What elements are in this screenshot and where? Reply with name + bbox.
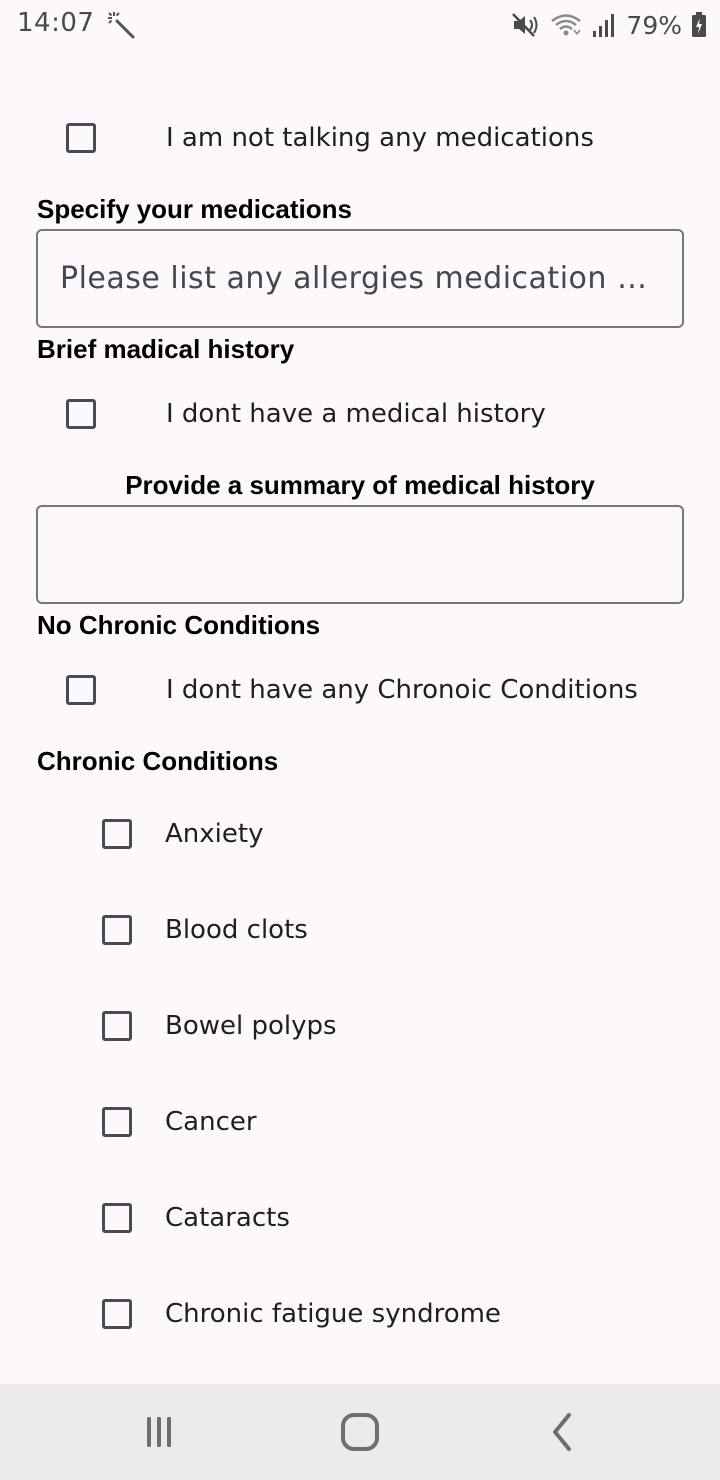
navigation-bar bbox=[0, 1384, 720, 1480]
no-medications-label: I am not talking any medications bbox=[166, 123, 594, 153]
no-chronic-checkbox[interactable] bbox=[66, 675, 96, 705]
battery-charging-icon bbox=[692, 12, 706, 37]
status-bar: 14:07 79% bbox=[0, 0, 720, 50]
condition-label: Blood clots bbox=[165, 915, 308, 945]
no-history-row[interactable]: I dont have a medical history bbox=[66, 399, 546, 429]
battery-percent: 79% bbox=[626, 10, 682, 40]
no-chronic-title: No Chronic Conditions bbox=[37, 610, 321, 640]
chronic-conditions-title: Chronic Conditions bbox=[37, 746, 279, 776]
recent-apps-button[interactable] bbox=[135, 1410, 183, 1454]
condition-item-anxiety[interactable]: Anxiety bbox=[102, 819, 263, 849]
no-chronic-row[interactable]: I dont have any Chronoic Conditions bbox=[66, 675, 638, 705]
back-button[interactable] bbox=[538, 1410, 586, 1454]
medications-input[interactable]: Please list any allergies medication you… bbox=[36, 229, 684, 328]
condition-checkbox[interactable] bbox=[102, 1299, 132, 1329]
condition-item-cataracts[interactable]: Cataracts bbox=[102, 1203, 290, 1233]
condition-label: Cataracts bbox=[165, 1203, 290, 1233]
condition-item-bowel-polyps[interactable]: Bowel polyps bbox=[102, 1011, 337, 1041]
no-history-label: I dont have a medical history bbox=[166, 399, 546, 429]
condition-label: Chronic fatigue syndrome bbox=[165, 1299, 501, 1329]
home-button[interactable] bbox=[336, 1410, 384, 1454]
condition-checkbox[interactable] bbox=[102, 1011, 132, 1041]
back-icon bbox=[553, 1413, 571, 1451]
condition-item-cancer[interactable]: Cancer bbox=[102, 1107, 257, 1137]
no-history-checkbox[interactable] bbox=[66, 399, 96, 429]
home-icon bbox=[341, 1413, 379, 1451]
condition-checkbox[interactable] bbox=[102, 1203, 132, 1233]
condition-checkbox[interactable] bbox=[102, 1107, 132, 1137]
medications-title: Specify your medications bbox=[37, 194, 352, 224]
history-summary-title: Provide a summary of medical history bbox=[125, 470, 595, 500]
recent-apps-icon bbox=[147, 1417, 171, 1447]
condition-checkbox[interactable] bbox=[102, 915, 132, 945]
medical-history-title: Brief madical history bbox=[37, 334, 295, 364]
status-time: 14:07 bbox=[17, 8, 95, 38]
condition-label: Anxiety bbox=[165, 819, 264, 849]
no-medications-row[interactable]: I am not talking any medications bbox=[66, 123, 594, 153]
mute-icon bbox=[512, 13, 538, 37]
no-medications-checkbox[interactable] bbox=[66, 123, 96, 153]
condition-label: Cancer bbox=[165, 1107, 257, 1137]
wifi-icon bbox=[551, 14, 582, 36]
medications-placeholder: Please list any allergies medication you… bbox=[60, 261, 660, 296]
condition-label: Bowel polyps bbox=[165, 1011, 337, 1041]
condition-item-chronic-fatigue[interactable]: Chronic fatigue syndrome bbox=[102, 1299, 501, 1329]
no-chronic-label: I dont have any Chronoic Conditions bbox=[166, 675, 638, 705]
condition-item-blood-clots[interactable]: Blood clots bbox=[102, 915, 308, 945]
status-icons: 79% bbox=[512, 8, 706, 42]
magic-wand-icon bbox=[108, 12, 135, 39]
condition-checkbox[interactable] bbox=[102, 819, 132, 849]
signal-icon bbox=[593, 14, 615, 37]
history-summary-input[interactable] bbox=[36, 505, 684, 604]
